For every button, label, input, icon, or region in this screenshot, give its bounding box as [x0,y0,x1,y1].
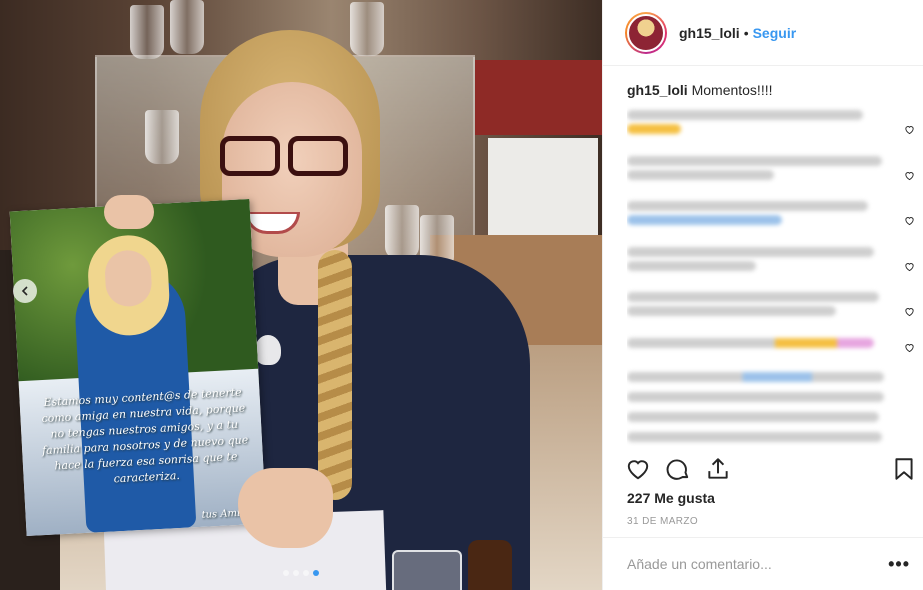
follow-button[interactable]: Seguir [753,25,797,41]
comment-input[interactable] [627,556,889,572]
blurred-comment-text [627,169,775,180]
blurred-comment-text [627,431,882,442]
carousel-dots [283,570,319,576]
heart-icon[interactable] [904,342,915,353]
eyeglasses-left [220,136,280,176]
chevron-left-icon [21,286,28,296]
card-message: Estamos muy content@s de tenerte como am… [41,385,249,486]
avatar-image [627,13,665,52]
wine-glass [170,0,204,54]
comment-box: ••• [603,537,923,590]
card-woman-face [103,249,153,308]
blurred-comment-text [627,306,837,316]
bookmark-icon [895,458,913,480]
heart-icon [627,460,649,480]
post-date[interactable]: 31 DE MARZO [627,516,698,527]
heart-icon[interactable] [904,215,915,226]
comments-list[interactable] [627,106,915,446]
comment-icon [666,459,689,480]
avatar[interactable] [625,11,667,54]
comment-button[interactable] [665,456,691,482]
caption-text: Momentos!!!! [691,82,773,98]
blurred-comment-text [627,201,869,211]
blurred-comment-text [627,110,863,120]
pendant [255,335,281,365]
carousel-dot [293,570,299,576]
caption-username[interactable]: gh15_loli [627,82,688,98]
blurred-comment-text [627,411,879,422]
heart-icon[interactable] [904,261,915,272]
caption: gh15_loli Momentos!!!! [627,82,773,98]
blurred-comment-text [627,292,879,302]
blurred-comment-mention [627,215,783,225]
blurred-comment-text [627,124,681,134]
more-options-button[interactable]: ••• [888,554,910,575]
drinking-glass [392,550,462,590]
username-link[interactable]: gh15_loli [679,25,740,41]
list-item [627,246,915,289]
wine-glass [145,110,179,164]
carousel-dot [303,570,309,576]
blurred-comment-text [627,246,874,257]
list-item [627,292,915,334]
blurred-comment-text [627,155,882,166]
likes-count[interactable]: 227 Me gusta [627,490,715,506]
heart-icon[interactable] [904,170,915,181]
hand [238,468,333,548]
list-item [627,110,915,152]
post-header: gh15_loli • Seguir [603,0,923,66]
bottle [468,540,512,590]
blurred-comment-text [627,337,874,348]
wine-glass [385,205,419,259]
background-red-wall [475,60,602,135]
separator-dot: • [743,24,749,41]
carousel-dot-active [313,570,319,576]
carousel-dot [283,570,289,576]
background-white-box [488,138,598,248]
held-photo-card: Estamos muy content@s de tenerte como am… [9,198,267,537]
heart-icon[interactable] [904,124,915,135]
list-item [627,201,915,243]
carousel-prev-button[interactable] [13,279,37,303]
braid [318,250,352,500]
wine-glass [130,5,164,59]
list-item [627,337,915,368]
like-button[interactable] [625,456,651,482]
save-button[interactable] [891,456,917,482]
blurred-comment-text [627,391,885,402]
blurred-comment-text [627,260,756,271]
heart-icon[interactable] [904,306,915,317]
blurred-comment-text [627,371,885,382]
list-item [627,371,915,447]
post-photo[interactable]: Estamos muy content@s de tenerte como am… [0,0,602,590]
share-button[interactable] [705,456,731,482]
list-item [627,155,915,198]
eyeglasses-right [288,136,348,176]
post-side-panel: gh15_loli • Seguir gh15_loli Momentos!!!… [602,0,923,590]
share-icon [708,458,728,479]
action-bar [625,455,917,483]
hand [104,195,154,229]
wine-glass [350,2,384,56]
